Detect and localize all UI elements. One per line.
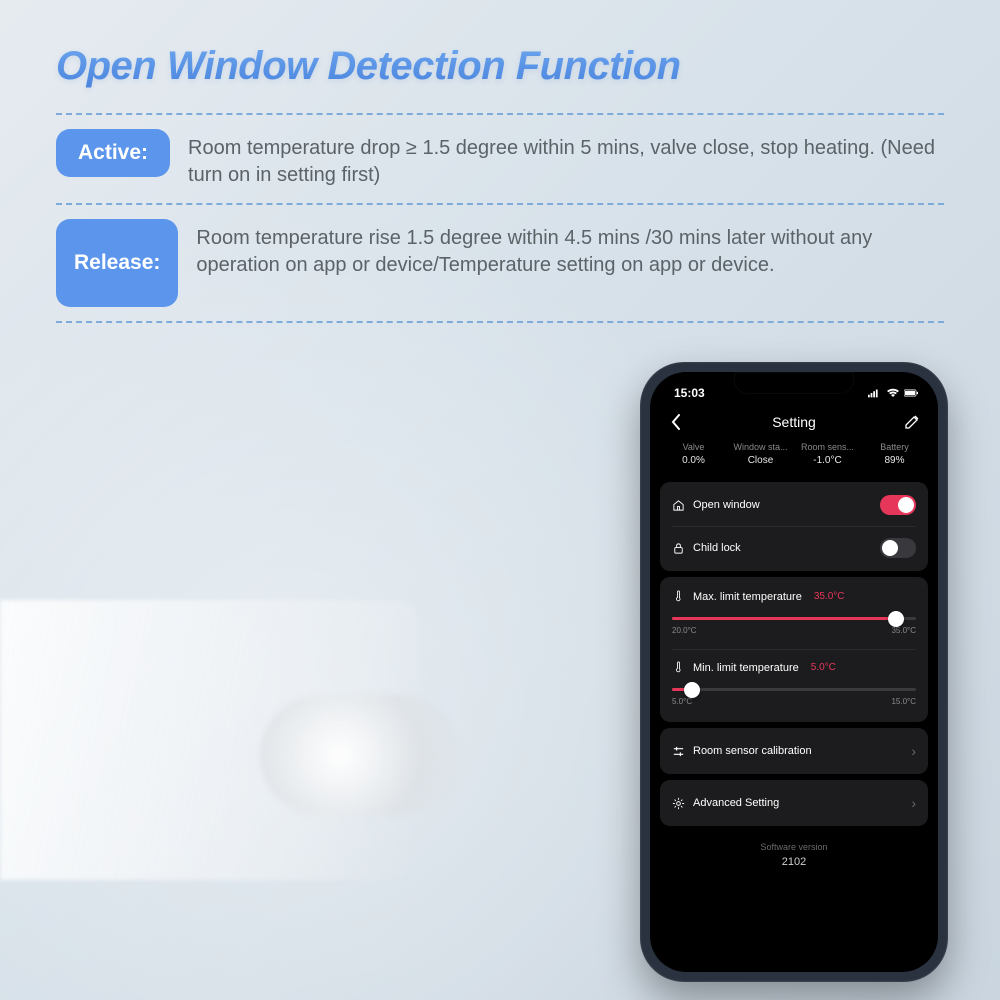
stat-value: Close [727, 455, 794, 466]
gear-icon [672, 797, 685, 810]
desc-release: Room temperature rise 1.5 degree within … [196, 219, 944, 279]
stat-label: Room sens... [794, 442, 861, 452]
divider [56, 321, 944, 323]
screen-title: Setting [772, 414, 816, 430]
desc-active: Room temperature drop ≥ 1.5 degree withi… [188, 129, 944, 189]
nav-label: Room sensor calibration [693, 745, 812, 757]
software-version-label: Software version [650, 832, 938, 856]
slider-min-label: 5.0°C [672, 697, 692, 706]
row-open-window: Open window [672, 484, 916, 526]
chevron-left-icon [671, 414, 681, 430]
stat-battery: Battery 89% [861, 442, 928, 466]
sliders-icon [672, 745, 685, 758]
window-icon [672, 499, 685, 512]
stat-window: Window sta... Close [727, 442, 794, 466]
stat-valve: Valve 0.0% [660, 442, 727, 466]
slider-max-label: 15.0°C [891, 697, 916, 706]
phone-frame: 15:03 Setting Valve 0.0% Window sta... [640, 362, 948, 982]
toggle-label: Child lock [693, 542, 741, 554]
row-release: Release: Room temperature rise 1.5 degre… [56, 205, 944, 321]
card-calibration[interactable]: Room sensor calibration › [660, 728, 928, 774]
page-title: Open Window Detection Function [56, 44, 944, 89]
stat-value: -1.0°C [794, 455, 861, 466]
stats-row: Valve 0.0% Window sta... Close Room sens… [650, 438, 938, 476]
stat-value: 0.0% [660, 455, 727, 466]
slider-min-label: 20.0°C [672, 626, 697, 635]
edit-button[interactable] [902, 415, 922, 429]
slider-fill [672, 617, 896, 620]
slider-thumb[interactable] [684, 682, 700, 698]
toggle-open-window[interactable] [880, 495, 916, 515]
toggle-label: Open window [693, 499, 760, 511]
phone-notch [734, 372, 854, 394]
temp-value: 35.0°C [814, 591, 845, 602]
back-button[interactable] [666, 414, 686, 430]
temp-label: Min. limit temperature [693, 662, 799, 674]
valve-graphic [260, 695, 460, 815]
stat-sensor: Room sens... -1.0°C [794, 442, 861, 466]
label-active: Active: [56, 129, 170, 177]
pencil-icon [905, 415, 919, 429]
chevron-right-icon: › [911, 795, 916, 811]
toggle-child-lock[interactable] [880, 538, 916, 558]
signal-icon [868, 388, 882, 398]
thermometer-icon [672, 661, 685, 674]
stat-label: Window sta... [727, 442, 794, 452]
slider-thumb[interactable] [888, 611, 904, 627]
row-max-temp: Max. limit temperature 35.0°C [672, 579, 916, 605]
row-active: Active: Room temperature drop ≥ 1.5 degr… [56, 115, 944, 203]
wifi-icon [886, 388, 900, 398]
stat-value: 89% [861, 455, 928, 466]
slider-max-label: 35.0°C [891, 626, 916, 635]
battery-icon [904, 388, 918, 398]
lock-icon [672, 542, 685, 555]
nav-label: Advanced Setting [693, 797, 779, 809]
stat-label: Battery [861, 442, 928, 452]
thermometer-icon [672, 590, 685, 603]
row-min-temp: Min. limit temperature 5.0°C [672, 649, 916, 676]
stat-label: Valve [660, 442, 727, 452]
slider-max-temp[interactable]: 20.0°C 35.0°C [672, 605, 916, 649]
screen-header: Setting [650, 404, 938, 438]
chevron-right-icon: › [911, 743, 916, 759]
slider-min-temp[interactable]: 5.0°C 15.0°C [672, 676, 916, 720]
card-temperature-limits: Max. limit temperature 35.0°C 20.0°C 35.… [660, 577, 928, 722]
status-time: 15:03 [674, 386, 705, 400]
status-icons [868, 388, 918, 398]
card-toggles: Open window Child lock [660, 482, 928, 571]
temp-label: Max. limit temperature [693, 591, 802, 603]
card-advanced[interactable]: Advanced Setting › [660, 780, 928, 826]
software-version-value: 2102 [650, 856, 938, 882]
phone-screen: 15:03 Setting Valve 0.0% Window sta... [650, 372, 938, 972]
temp-value: 5.0°C [811, 662, 836, 673]
row-child-lock: Child lock [672, 526, 916, 569]
label-release: Release: [56, 219, 178, 307]
